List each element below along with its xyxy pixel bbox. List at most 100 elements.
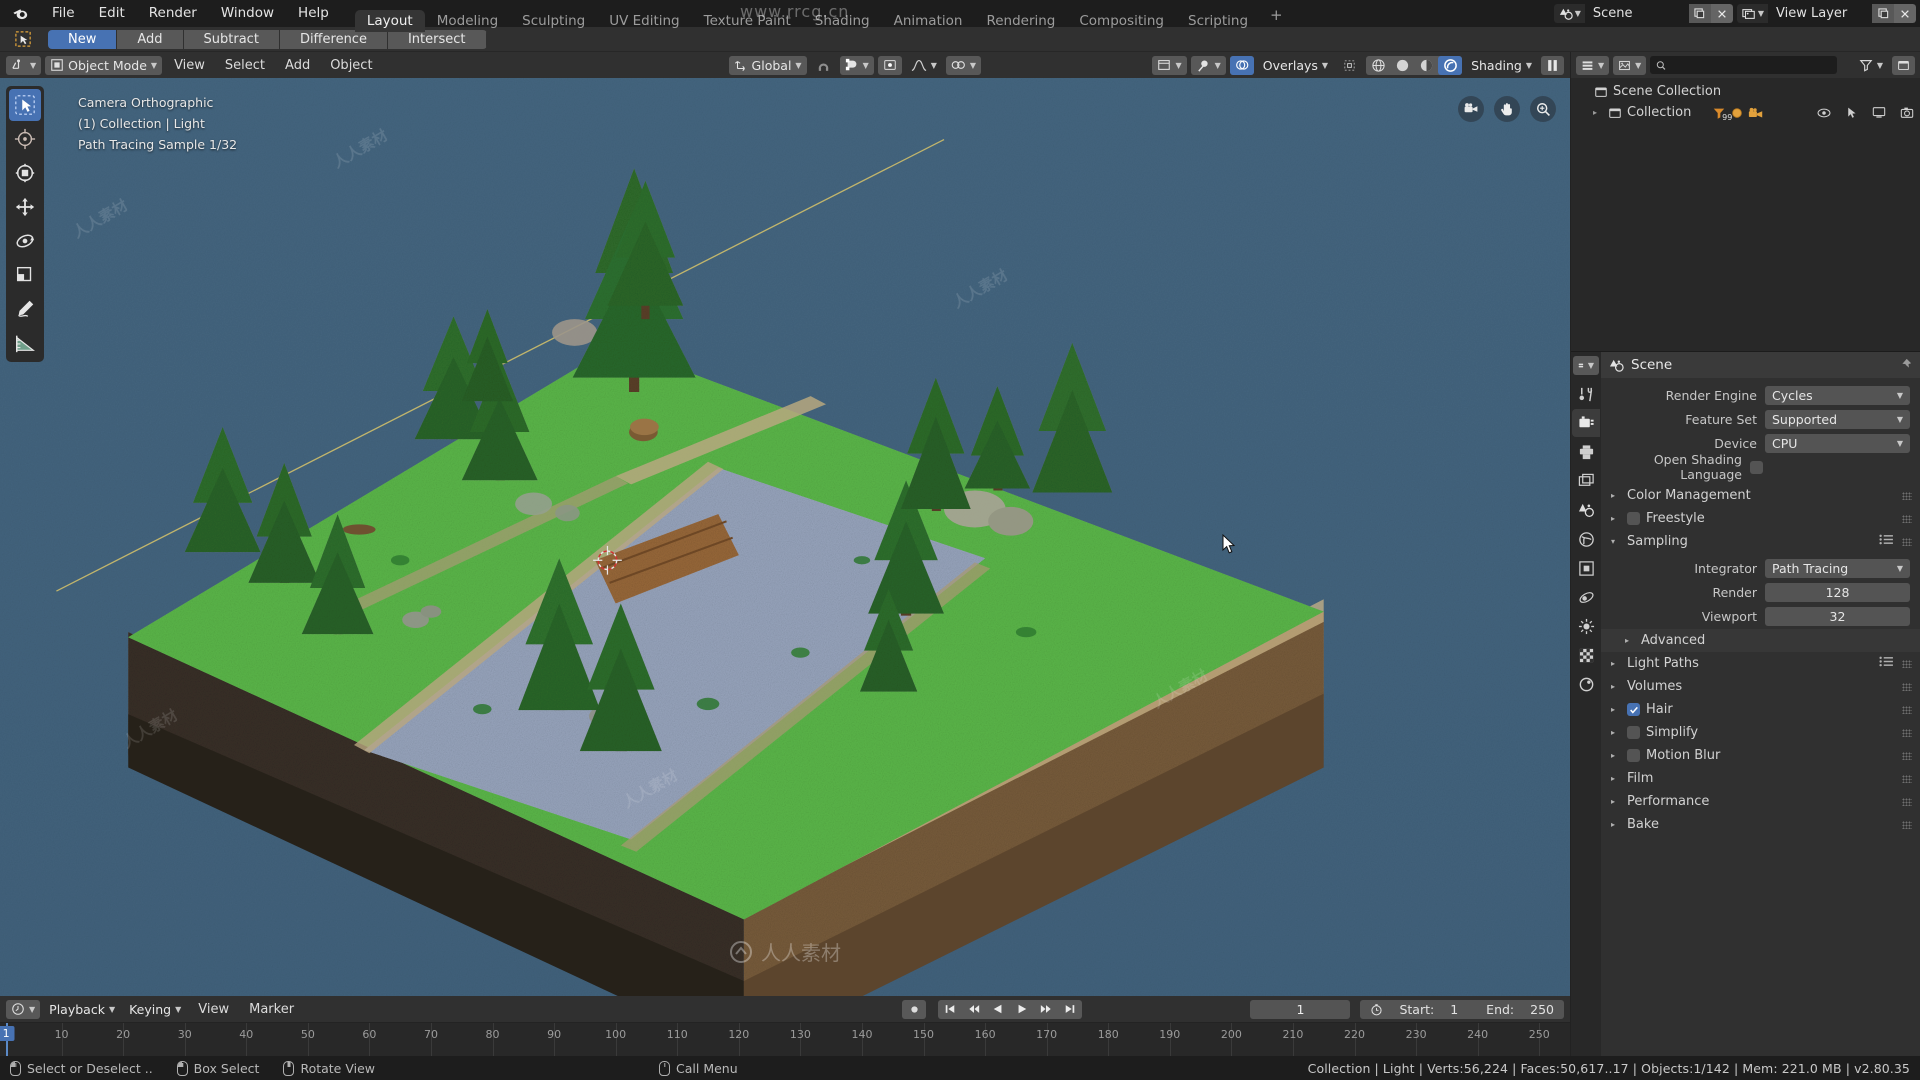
drag-grip-icon[interactable] (1902, 820, 1912, 829)
drag-grip-icon[interactable] (1902, 705, 1912, 714)
snap-dropdown[interactable]: ▼ (839, 55, 874, 75)
disclosure-triangle-icon[interactable]: ▸ (1611, 728, 1621, 737)
render-camera-icon[interactable] (1572, 409, 1600, 437)
disclosure-triangle-icon[interactable]: ▸ (1611, 797, 1621, 806)
panel-simplify[interactable]: ▸ Simplify (1601, 721, 1920, 744)
screen-icon[interactable] (1872, 106, 1886, 119)
view-layer-box-dropdown[interactable]: ▼ (1152, 55, 1187, 75)
material-preview-icon[interactable] (1414, 56, 1438, 75)
timeline-menu-view[interactable]: View (190, 1000, 237, 1019)
physics-orbit-icon[interactable] (1572, 583, 1600, 611)
pan-view-icon[interactable] (1494, 96, 1520, 122)
hair-checkbox[interactable] (1627, 703, 1640, 716)
panel-color-management[interactable]: ▸ Color Management (1601, 484, 1920, 507)
rendered-icon[interactable] (1438, 55, 1463, 75)
visibility-dropdown[interactable]: ▼ (1190, 55, 1226, 75)
menu-file[interactable]: File (40, 0, 87, 27)
motion-blur-checkbox[interactable] (1627, 749, 1640, 762)
end-value[interactable]: 250 (1530, 1002, 1554, 1017)
panel-light-paths[interactable]: ▸ Light Paths (1601, 652, 1920, 675)
tab-sculpting[interactable]: Sculpting (510, 10, 597, 32)
panel-advanced[interactable]: ▸ Advanced (1601, 629, 1920, 652)
overlays-icon[interactable] (1229, 55, 1254, 75)
viewlayer-name[interactable]: View Layer (1768, 4, 1872, 23)
new-viewlayer-button[interactable] (1872, 4, 1894, 23)
timeline-menu-marker[interactable]: Marker (241, 1000, 302, 1019)
close-viewlayer-button[interactable] (1894, 4, 1916, 23)
tab-uv-editing[interactable]: UV Editing (597, 10, 691, 32)
play-reverse-icon[interactable] (986, 1000, 1010, 1019)
panel-film[interactable]: ▸ Film (1601, 767, 1920, 790)
render-samples-field[interactable]: 128 (1765, 582, 1910, 602)
viewport-menu-view[interactable]: View (166, 56, 213, 75)
freestyle-checkbox[interactable] (1627, 512, 1640, 525)
disclosure-triangle-icon[interactable]: ▸ (1611, 514, 1621, 523)
tab-animation[interactable]: Animation (882, 10, 975, 32)
start-value[interactable]: 1 (1450, 1002, 1458, 1017)
tool-wrench-icon[interactable] (1572, 380, 1600, 408)
record-icon[interactable] (902, 1000, 926, 1019)
rotate-tool[interactable] (9, 225, 41, 257)
drag-grip-icon[interactable] (1902, 537, 1912, 546)
simplify-checkbox[interactable] (1627, 726, 1640, 739)
overlays-dropdown[interactable]: Overlays ▼ (1258, 56, 1333, 75)
tab-layout[interactable]: Layout (354, 10, 425, 32)
disclosure-triangle-icon[interactable]: ▸ (1611, 659, 1621, 668)
new-scene-button[interactable] (1688, 4, 1711, 23)
viewport-menu-select[interactable]: Select (217, 56, 273, 75)
tab-texture-paint[interactable]: Texture Paint (692, 10, 803, 32)
shading-dropdown[interactable]: Shading ▼ (1466, 56, 1537, 75)
scene-name[interactable]: Scene (1584, 4, 1689, 23)
viewport-samples-field[interactable]: 32 (1765, 606, 1910, 626)
printer-icon[interactable] (1572, 438, 1600, 466)
camera-render-icon[interactable] (1900, 106, 1914, 119)
solid-icon[interactable] (1390, 56, 1414, 75)
move-tool[interactable] (9, 157, 41, 189)
add-workspace-button[interactable]: + (1260, 2, 1293, 29)
translate-tool[interactable] (9, 191, 41, 223)
boolean-new-button[interactable]: New (48, 29, 118, 49)
tab-modeling[interactable]: Modeling (425, 10, 510, 32)
outliner-search-field[interactable] (1671, 58, 1832, 72)
proportional-edit-dropdown[interactable]: ▼ (906, 56, 942, 75)
disclosure-triangle-icon[interactable]: ▸ (1611, 682, 1621, 691)
menu-help[interactable]: Help (286, 0, 341, 27)
3d-viewport[interactable]: Camera Orthographic (1) Collection | Lig… (0, 78, 1570, 996)
pause-render-icon[interactable] (1541, 55, 1564, 75)
current-frame-field[interactable]: 1 (1250, 999, 1351, 1019)
jump-end-icon[interactable] (1058, 1000, 1082, 1019)
disclosure-triangle-icon[interactable]: ▸ (1625, 636, 1635, 645)
scene-cone-icon[interactable] (1572, 496, 1600, 524)
timeline-menu-playback[interactable]: Playback ▼ (44, 1000, 120, 1019)
drag-grip-icon[interactable] (1902, 491, 1912, 500)
menu-edit[interactable]: Edit (87, 0, 137, 27)
panel-hair[interactable]: ▸ Hair (1601, 698, 1920, 721)
preset-list-icon[interactable] (1879, 656, 1894, 671)
editor-outliner-icon[interactable]: ▼ (1576, 55, 1610, 75)
drag-grip-icon[interactable] (1902, 797, 1912, 806)
viewport-menu-object[interactable]: Object (322, 56, 380, 75)
editor-type-icon[interactable]: ▼ (6, 55, 42, 75)
boolean-difference-button[interactable]: Difference (279, 29, 388, 49)
menu-render[interactable]: Render (137, 0, 209, 27)
mirror-dropdown[interactable]: ▼ (945, 55, 982, 75)
preset-list-icon[interactable] (1879, 534, 1894, 549)
world-globe-icon[interactable] (1572, 525, 1600, 553)
view-layer-icon[interactable]: ▼ (1736, 4, 1768, 23)
texture-icon[interactable] (1572, 670, 1600, 698)
prev-keyframe-icon[interactable] (962, 1000, 986, 1019)
timeline-playhead-label[interactable]: 1 (0, 1026, 15, 1041)
magnet-icon[interactable] (811, 56, 836, 75)
menu-window[interactable]: Window (209, 0, 286, 27)
disclosure-triangle-icon[interactable]: ▸ (1611, 774, 1621, 783)
sun-icon[interactable] (1572, 612, 1600, 640)
disclosure-triangle-icon[interactable]: ▸ (1611, 820, 1621, 829)
frame-range-fields[interactable]: Start: 1 End: 250 (1360, 999, 1564, 1019)
zoom-view-icon[interactable] (1530, 96, 1556, 122)
tab-compositing[interactable]: Compositing (1067, 10, 1176, 32)
device-dropdown[interactable]: CPU ▼ (1765, 433, 1910, 453)
osl-checkbox[interactable] (1750, 460, 1763, 474)
filter-funnel-icon[interactable]: ▼ (1854, 56, 1888, 75)
disclosure-triangle-icon[interactable]: ▾ (1611, 537, 1621, 546)
pin-icon[interactable] (1898, 358, 1912, 372)
